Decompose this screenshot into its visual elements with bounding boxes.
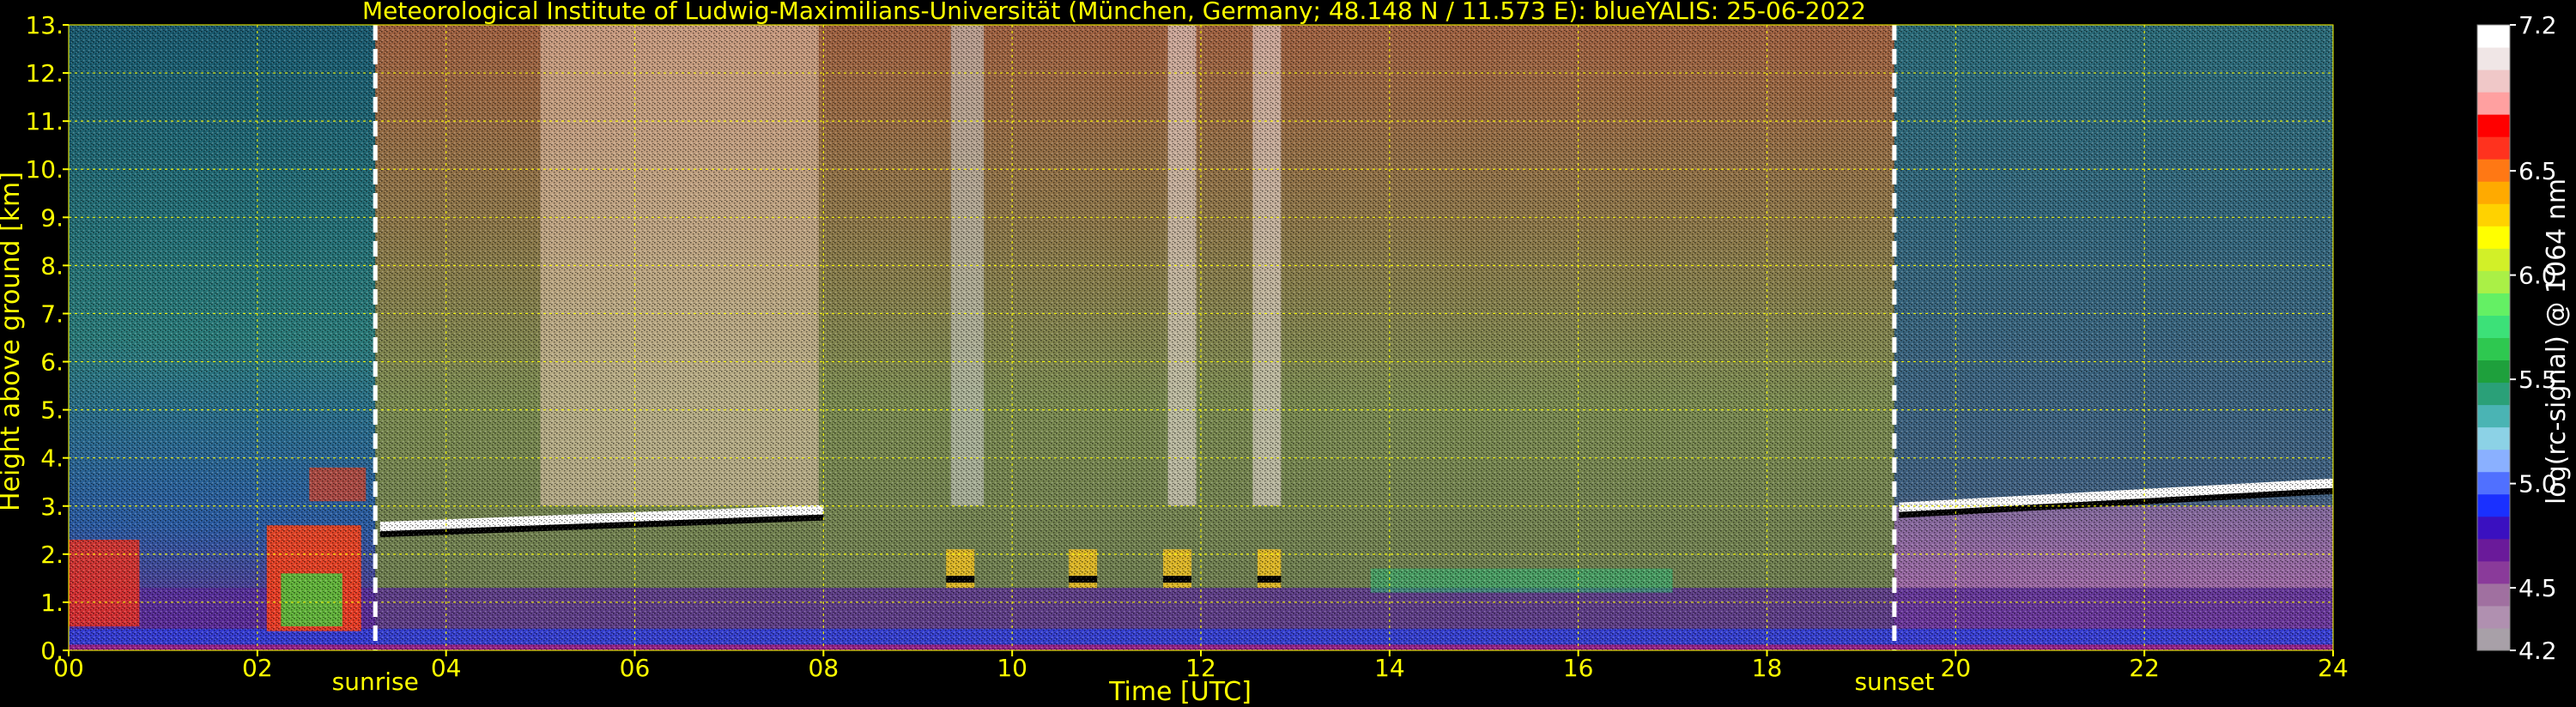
colorbar-segment <box>2477 315 2510 338</box>
x-tick-label: 14 <box>1374 654 1405 682</box>
y-tick-label: 13. <box>25 11 64 39</box>
colorbar-segment <box>2477 627 2510 651</box>
colorbar-segment <box>2477 426 2510 450</box>
colorbar-segment <box>2477 493 2510 517</box>
y-tick-label: 8. <box>40 251 64 280</box>
x-axis-label: Time [UTC] <box>1108 677 1252 707</box>
colorbar-segment <box>2477 360 2510 384</box>
colorbar-segment <box>2477 583 2510 607</box>
colorbar-segment <box>2477 226 2510 249</box>
colorbar-segment <box>2477 25 2510 48</box>
colorbar-segment <box>2477 516 2510 540</box>
colorbar-segment <box>2477 181 2510 204</box>
x-tick-label: 18 <box>1752 654 1783 682</box>
x-tick-label: 12 <box>1185 654 1216 682</box>
colorbar-segment <box>2477 404 2510 428</box>
colorbar <box>2476 24 2511 651</box>
y-axis-label: Height above ground [km] <box>0 172 26 511</box>
y-tick-label: 3. <box>40 492 64 521</box>
colorbar-segment <box>2477 538 2510 562</box>
colorbar-segment <box>2477 293 2510 316</box>
y-axis-ticks: 0.1.2.3.4.5.6.7.8.9.10.11.12.13. <box>25 11 69 665</box>
colorbar-segment <box>2477 136 2510 160</box>
y-tick-label: 2. <box>40 541 64 569</box>
x-tick-label: 02 <box>242 654 273 682</box>
colorbar-segment <box>2477 203 2510 227</box>
colorbar-label: log(rc-signal) @ 1064 nm <box>2542 178 2572 505</box>
y-tick-label: 10. <box>25 155 64 184</box>
y-tick-label: 5. <box>40 396 64 425</box>
sunrise-label: sunrise <box>332 668 419 696</box>
colorbar-tick-label: 7.2 <box>2518 11 2557 39</box>
x-tick-label: 16 <box>1563 654 1594 682</box>
colorbar-segment <box>2477 382 2510 406</box>
x-tick-label: 06 <box>620 654 651 682</box>
colorbar-segment <box>2477 449 2510 473</box>
y-tick-label: 9. <box>40 203 64 232</box>
y-tick-label: 11. <box>25 107 64 136</box>
colorbar-segment <box>2477 248 2510 271</box>
y-tick-label: 7. <box>40 299 64 328</box>
colorbar-segment <box>2477 92 2510 115</box>
lidar-quicklook-chart: Meteorological Institute of Ludwig-Maxim… <box>0 0 2572 707</box>
colorbar-segment <box>2477 159 2510 182</box>
y-tick-label: 4. <box>40 444 64 473</box>
x-tick-label: 00 <box>53 654 84 682</box>
chart-title: Meteorological Institute of Ludwig-Maxim… <box>362 0 1866 25</box>
colorbar-segment <box>2477 270 2510 293</box>
x-tick-label: 22 <box>2129 654 2160 682</box>
x-tick-label: 10 <box>997 654 1027 682</box>
colorbar-segment <box>2477 47 2510 70</box>
colorbar-segment <box>2477 69 2510 93</box>
colorbar-segment <box>2477 605 2510 629</box>
sunset-label: sunset <box>1854 668 1934 696</box>
colorbar-tick-label: 4.2 <box>2518 637 2557 665</box>
x-tick-label: 08 <box>809 654 839 682</box>
x-tick-label: 20 <box>1941 654 1972 682</box>
y-tick-label: 1. <box>40 589 64 617</box>
colorbar-segment <box>2477 337 2510 361</box>
colorbar-tick-label: 4.5 <box>2518 574 2557 602</box>
colorbar-segment <box>2477 114 2510 137</box>
colorbar-segment <box>2477 471 2510 495</box>
colorbar-segment <box>2477 560 2510 584</box>
y-tick-label: 12. <box>25 59 64 88</box>
x-tick-label: 24 <box>2318 654 2349 682</box>
y-tick-label: 6. <box>40 348 64 377</box>
x-tick-label: 04 <box>431 654 462 682</box>
